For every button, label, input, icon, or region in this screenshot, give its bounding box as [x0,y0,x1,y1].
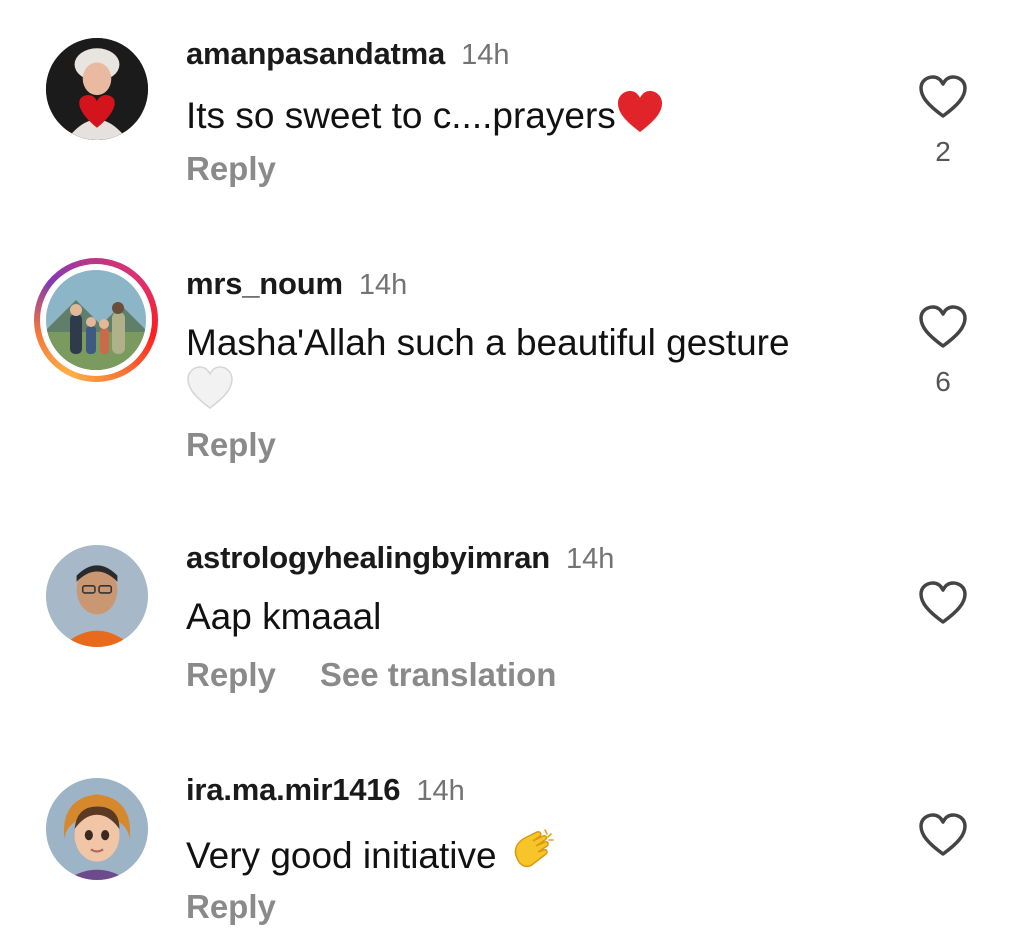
heart-outline-icon [919,305,967,348]
comment-text-content: Its so sweet to c....prayers [186,95,616,136]
comment-header: amanpasandatma 14h [186,36,509,72]
like-button[interactable] [918,812,968,858]
comment-actions: Reply See translation [186,656,556,694]
comment-text: Masha'Allah such a beautiful gesture [186,322,790,364]
like-count: 2 [935,136,951,167]
comment-header: ira.ma.mir1416 14h [186,772,465,808]
reply-button[interactable]: Reply [186,426,276,463]
username[interactable]: mrs_noum [186,266,343,301]
comment-header: astrologyhealingbyimran 14h [186,540,614,576]
username[interactable]: ira.ma.mir1416 [186,772,401,807]
timestamp: 14h [358,269,408,301]
like-button[interactable] [918,304,968,350]
comment-actions: Reply [186,888,276,926]
comment-text-content: Very good initiative [186,835,497,876]
timestamp: 14h [566,543,615,575]
clapping-hands-icon [507,828,555,883]
reply-button[interactable]: Reply [186,656,276,693]
comment-text: Its so sweet to c....prayers [186,90,664,143]
like-button[interactable] [918,580,968,626]
avatar[interactable] [46,270,146,370]
comment-actions: Reply [186,426,276,464]
comment-actions: Reply [186,150,276,188]
timestamp: 14h [416,775,465,807]
see-translation-button[interactable]: See translation [320,656,557,693]
white-heart-icon [186,366,234,415]
timestamp: 14h [461,39,510,71]
like-count: 6 [935,366,951,397]
avatar[interactable] [46,778,148,880]
like-button[interactable] [918,74,968,120]
username[interactable]: astrologyhealingbyimran [186,540,550,575]
heart-outline-icon [919,75,967,118]
story-ring[interactable] [34,258,158,382]
red-heart-icon [616,90,664,143]
comment-text-content: Masha'Allah such a beautiful gesture [186,322,790,363]
heart-outline-icon [919,813,967,856]
username[interactable]: amanpasandatma [186,36,445,71]
avatar[interactable] [46,545,148,647]
comment-text-content: Aap kmaaal [186,596,382,637]
avatar[interactable] [46,38,148,140]
reply-button[interactable]: Reply [186,150,276,187]
comment-text: Aap kmaaal [186,596,381,638]
reply-button[interactable]: Reply [186,888,276,925]
heart-outline-icon [919,581,967,624]
comment-text: Very good initiative [186,828,555,883]
comment-header: mrs_noum 14h [186,266,407,302]
